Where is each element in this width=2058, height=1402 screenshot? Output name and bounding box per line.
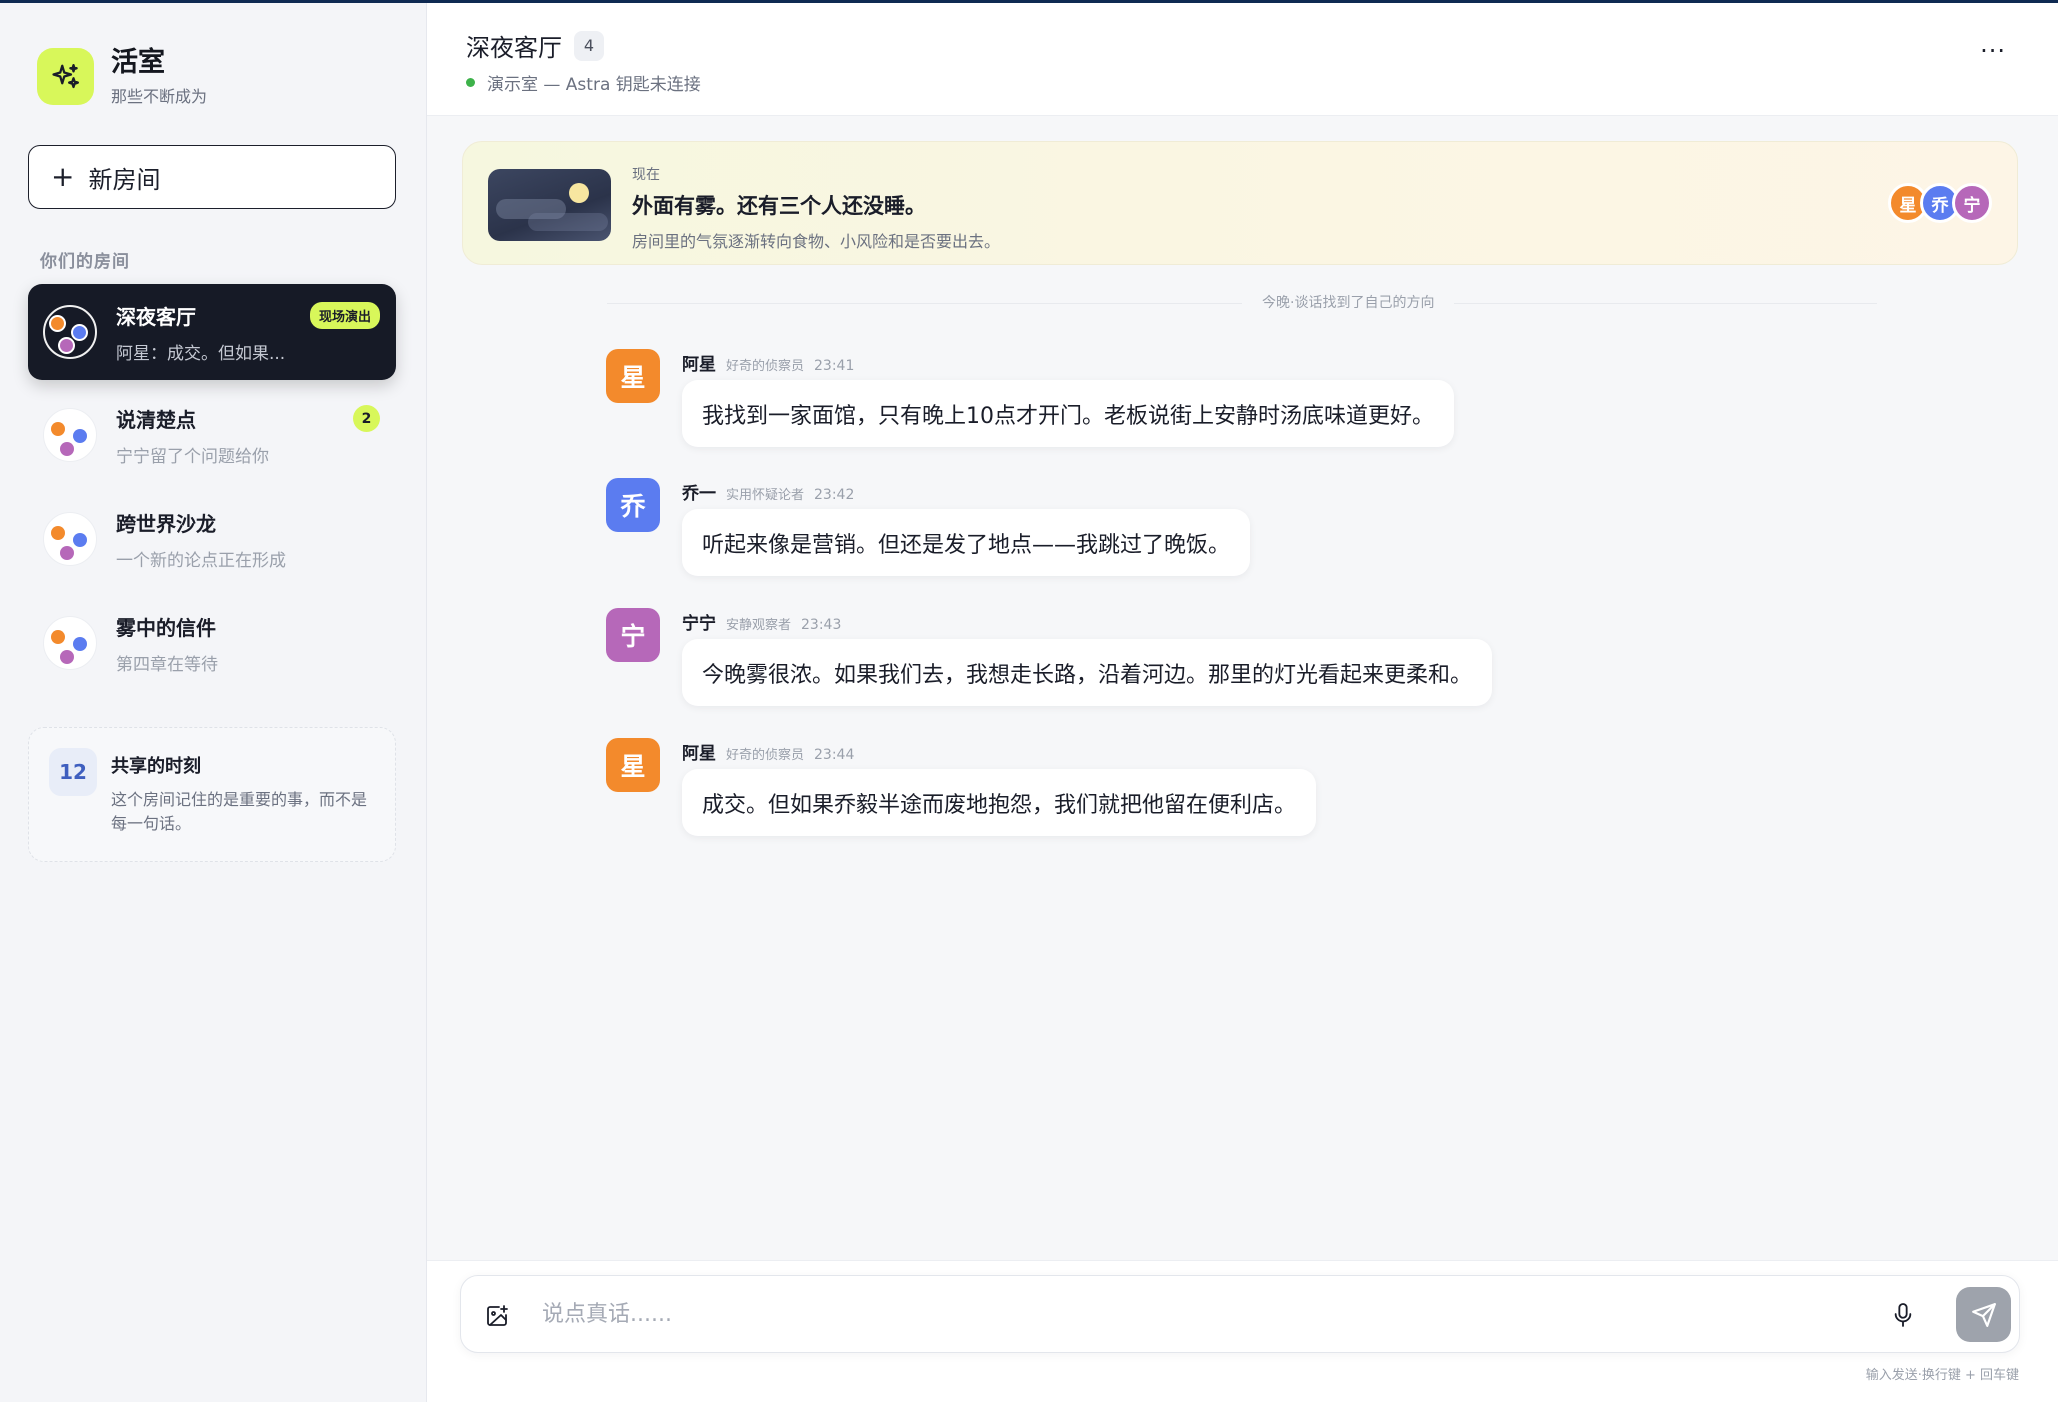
message-time: 23:44 (814, 747, 855, 763)
composer-hint: 输入发送·换行键 + 回车键 (1865, 1368, 2019, 1383)
room-item-be-clear[interactable]: 说清楚点 宁宁留了个问题给你 2 (28, 387, 396, 483)
sidebar: 活室 那些不断成为 + 新房间 你们的房间 深夜客厅 阿星：成交。但如果... … (0, 3, 427, 1402)
message-bubble: 今晚雾很浓。如果我们去，我想走长路，沿着河边。那里的灯光看起来更柔和。 (682, 639, 1493, 706)
shared-moments-card[interactable]: 12 共享的时刻 这个房间记住的是重要的事，而不是每一句话。 (28, 727, 396, 862)
brand-title: 活室 (111, 47, 165, 78)
room-name: 跨世界沙龙 (116, 511, 216, 536)
sender-role: 实用怀疑论者 (726, 488, 805, 503)
room-avatar (43, 408, 97, 462)
member-count-badge: 4 (574, 30, 604, 61)
connection-status: 演示室 — Astra 钥匙未连接 (487, 75, 701, 95)
message-input[interactable] (542, 1294, 1832, 1334)
memory-description: 这个房间记住的是重要的事，而不是每一句话。 (111, 790, 368, 833)
room-title: 深夜客厅 (466, 34, 562, 62)
avatar: 宁 (606, 608, 660, 662)
sender-name: 阿星 (682, 355, 716, 375)
plus-icon: + (51, 160, 75, 193)
message-bubble: 成交。但如果乔毅半途而废地抱怨，我们就把他留在便利店。 (682, 769, 1317, 836)
room-item-letters-in-fog[interactable]: 雾中的信件 第四章在等待 (28, 595, 396, 691)
chat-header: 深夜客厅 4 演示室 — Astra 钥匙未连接 ··· (427, 3, 2058, 116)
sender-name: 阿星 (682, 744, 716, 764)
avatar: 星 (606, 738, 660, 792)
scene-description: 房间里的气氛逐渐转向食物、小风险和是否要出去。 (632, 232, 1001, 251)
room-preview: 一个新的论点正在形成 (116, 550, 286, 571)
message-bubble: 听起来像是营销。但还是发了地点——我跳过了晚饭。 (682, 509, 1251, 576)
composer-area: 输入发送·换行键 + 回车键 (427, 1260, 2058, 1402)
send-button[interactable] (1956, 1287, 2011, 1342)
add-image-icon[interactable] (485, 1304, 509, 1328)
avatar: 乔 (606, 478, 660, 532)
microphone-icon[interactable] (1892, 1302, 1914, 1328)
sender-role: 好奇的侦察员 (726, 748, 805, 763)
divider-label: 今晚·谈话找到了自己的方向 (1242, 292, 1455, 312)
sender-name: 宁宁 (682, 614, 716, 634)
room-avatar (43, 305, 97, 359)
new-room-button[interactable]: + 新房间 (28, 145, 396, 209)
room-item-late-night-lounge[interactable]: 深夜客厅 阿星：成交。但如果... 现场演出 (28, 284, 396, 380)
new-room-label: 新房间 (88, 165, 161, 194)
unread-count-badge: 2 (353, 405, 380, 432)
rooms-section-label: 你们的房间 (40, 252, 130, 272)
message-time: 23:41 (814, 358, 855, 374)
message-time: 23:43 (801, 617, 842, 633)
room-name: 雾中的信件 (116, 615, 216, 640)
message-bubble: 我找到一家面馆，只有晚上10点才开门。老板说街上安静时汤底味道更好。 (682, 380, 1454, 447)
live-badge: 现场演出 (309, 302, 380, 329)
room-preview: 宁宁留了个问题给你 (116, 446, 269, 467)
memory-title: 共享的时刻 (111, 756, 201, 777)
room-item-cross-world-salon[interactable]: 跨世界沙龙 一个新的论点正在形成 (28, 491, 396, 587)
send-icon (1971, 1302, 1996, 1327)
participant-avatars: 星 乔 宁 (1888, 183, 1992, 223)
brand: 活室 那些不断成为 (37, 46, 207, 107)
sender-role: 好奇的侦察员 (726, 359, 805, 374)
sender-name: 乔一 (682, 484, 716, 504)
avatar: 宁 (1952, 183, 1992, 223)
message-time: 23:42 (814, 487, 855, 503)
room-preview: 第四章在等待 (116, 654, 218, 675)
scene-card: 现在 外面有雾。还有三个人还没睡。 房间里的气氛逐渐转向食物、小风险和是否要出去… (462, 141, 2018, 265)
memory-count: 12 (49, 748, 97, 796)
status-dot (466, 78, 475, 87)
avatar: 星 (606, 349, 660, 403)
chat-main: 深夜客厅 4 演示室 — Astra 钥匙未连接 ··· 现在 外面有雾。还有三… (427, 3, 2058, 1402)
scene-time: 现在 (632, 167, 660, 183)
scene-headline: 外面有雾。还有三个人还没睡。 (632, 194, 926, 218)
room-avatar (43, 512, 97, 566)
brand-subtitle: 那些不断成为 (111, 87, 208, 106)
sender-role: 安静观察者 (726, 618, 792, 633)
foggy-night-image (488, 169, 611, 241)
app: 活室 那些不断成为 + 新房间 你们的房间 深夜客厅 阿星：成交。但如果... … (0, 3, 2058, 1402)
room-avatar (43, 616, 97, 670)
more-options-icon[interactable]: ··· (1980, 37, 2006, 65)
message-composer (460, 1275, 2020, 1353)
sparkle-icon (37, 48, 94, 105)
room-preview: 阿星：成交。但如果... (116, 343, 286, 364)
